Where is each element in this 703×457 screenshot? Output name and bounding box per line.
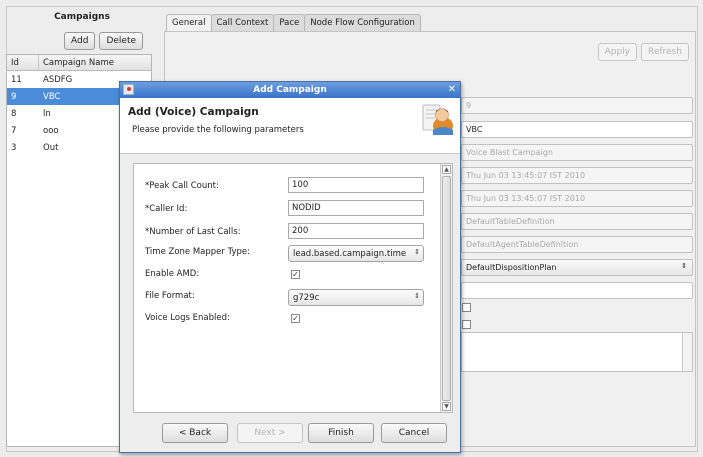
user-wizard-icon xyxy=(422,104,453,135)
next-button[interactable]: Next > xyxy=(237,423,303,443)
cell-id: 9 xyxy=(11,91,17,102)
cell-id: 7 xyxy=(11,125,17,136)
peak-call-count-input[interactable]: 100 xyxy=(288,177,424,193)
parameters-form: *Peak Call Count: 100 *Caller Id: NODID … xyxy=(133,163,453,413)
checkmark-icon: ✓ xyxy=(292,270,299,279)
created-date-field[interactable]: Thu Jun 03 13:45:07 IST 2010 xyxy=(461,167,693,184)
cell-id: 11 xyxy=(11,74,22,85)
campaign-type-field[interactable]: Voice Blast Campaign xyxy=(461,144,693,161)
cell-id: 8 xyxy=(11,108,17,119)
option-checkbox-2[interactable] xyxy=(462,320,471,329)
voice-logs-enabled-checkbox[interactable]: ✓ xyxy=(291,314,300,323)
close-icon[interactable]: ✕ xyxy=(448,82,456,98)
cell-campaign-name: Out xyxy=(43,142,59,153)
panel-toolbar: Apply Refresh xyxy=(597,43,689,61)
tab-call-context[interactable]: Call Context xyxy=(210,14,275,31)
dialog-title: Add Campaign xyxy=(253,85,327,95)
dialog-heading: Add (Voice) Campaign xyxy=(128,106,259,118)
add-campaign-dialog: Add Campaign ✕ Add (Voice) Campaign Plea… xyxy=(119,81,461,453)
campaigns-toolbar: Add Delete xyxy=(64,32,144,50)
enable-amd-label: Enable AMD: xyxy=(145,269,200,279)
disposition-plan-select[interactable]: DefaultDispositionPlan ⇕ xyxy=(461,259,693,276)
option-checkbox-1[interactable] xyxy=(462,303,471,312)
peak-call-count-label: *Peak Call Count: xyxy=(145,181,219,191)
refresh-button[interactable]: Refresh xyxy=(641,43,689,61)
time-zone-mapper-type-value: lead.based.campaign.time xyxy=(293,249,407,259)
number-of-last-calls-label: *Number of Last Calls: xyxy=(145,227,241,237)
campaigns-title: Campaigns xyxy=(54,12,110,22)
scrollbar-thumb[interactable] xyxy=(442,176,451,401)
file-format-select[interactable]: g729c ⇕ xyxy=(288,289,424,306)
back-button[interactable]: < Back xyxy=(162,423,228,443)
number-of-last-calls-input[interactable]: 200 xyxy=(288,223,424,239)
table-header: Id Campaign Name xyxy=(7,55,151,71)
scroll-down-icon[interactable]: ▼ xyxy=(442,402,451,411)
textarea-scrollbar[interactable] xyxy=(682,333,692,371)
enable-amd-checkbox[interactable]: ✓ xyxy=(291,270,300,279)
column-header-campaign-name[interactable]: Campaign Name xyxy=(39,55,118,70)
cell-campaign-name: ooo xyxy=(43,125,59,136)
blank-text-field[interactable] xyxy=(461,282,693,299)
campaign-id-field[interactable]: 9 xyxy=(461,97,693,114)
time-zone-mapper-type-label: Time Zone Mapper Type: xyxy=(145,247,250,257)
chevron-updown-icon: ⇕ xyxy=(414,248,420,256)
voice-logs-enabled-label: Voice Logs Enabled: xyxy=(145,313,230,323)
table-definition-field[interactable]: DefaultTableDefinition xyxy=(461,213,693,230)
tab-pace[interactable]: Pace xyxy=(273,14,306,31)
cell-id: 3 xyxy=(11,142,17,153)
cell-campaign-name: VBC xyxy=(43,91,61,102)
add-campaign-button[interactable]: Add xyxy=(64,32,96,50)
tab-node-flow-configuration[interactable]: Node Flow Configuration xyxy=(304,14,421,31)
cell-campaign-name: ln xyxy=(43,108,51,119)
description-textarea[interactable] xyxy=(461,332,693,372)
disposition-plan-value: DefaultDispositionPlan xyxy=(466,263,557,272)
campaign-name-field[interactable]: VBC xyxy=(461,121,693,138)
dialog-header: Add (Voice) Campaign Please provide the … xyxy=(120,98,460,154)
agent-table-definition-field[interactable]: DefaultAgentTableDefinition xyxy=(461,236,693,253)
column-header-id[interactable]: Id xyxy=(7,55,39,70)
apply-button[interactable]: Apply xyxy=(597,43,637,61)
cancel-button[interactable]: Cancel xyxy=(381,423,447,443)
time-zone-mapper-type-select[interactable]: lead.based.campaign.time ⇕ xyxy=(288,245,424,262)
cell-campaign-name: ASDFG xyxy=(43,74,73,85)
delete-campaign-button[interactable]: Delete xyxy=(99,32,144,50)
app-icon xyxy=(123,84,134,95)
finish-button[interactable]: Finish xyxy=(308,423,374,443)
caller-id-label: *Caller Id: xyxy=(145,204,188,214)
dialog-titlebar[interactable]: Add Campaign ✕ xyxy=(120,82,460,98)
scroll-up-icon[interactable]: ▲ xyxy=(442,165,451,174)
chevron-updown-icon: ⇕ xyxy=(681,262,687,270)
tab-general[interactable]: General xyxy=(166,14,212,32)
form-scrollbar[interactable]: ▲ ▼ xyxy=(440,164,452,412)
file-format-label: File Format: xyxy=(145,291,195,301)
file-format-value: g729c xyxy=(293,293,320,303)
checkmark-icon: ✓ xyxy=(292,314,299,323)
modified-date-field[interactable]: Thu Jun 03 13:45:07 IST 2010 xyxy=(461,190,693,207)
dialog-subtitle: Please provide the following parameters xyxy=(132,125,304,135)
caller-id-input[interactable]: NODID xyxy=(288,200,424,216)
chevron-updown-icon: ⇕ xyxy=(414,292,420,300)
tab-bar: General Call Context Pace Node Flow Conf… xyxy=(166,14,421,32)
